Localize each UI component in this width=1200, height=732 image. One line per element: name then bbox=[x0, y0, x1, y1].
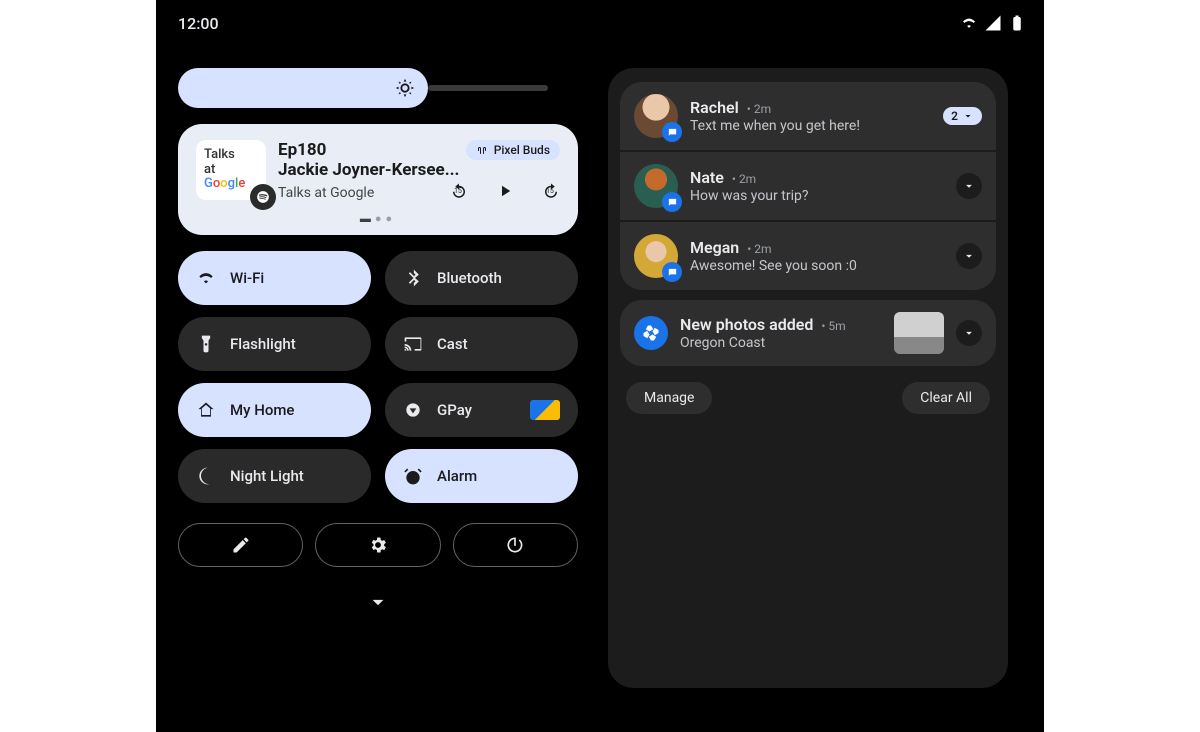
play-button[interactable] bbox=[496, 182, 514, 204]
avatar bbox=[634, 164, 678, 208]
page-indicator: ▬●● bbox=[196, 212, 560, 225]
qs-gpay[interactable]: GPay bbox=[385, 383, 578, 437]
expand-button[interactable] bbox=[956, 320, 982, 346]
avatar bbox=[634, 234, 678, 278]
qs-bluetooth[interactable]: Bluetooth bbox=[385, 251, 578, 305]
qs-cast[interactable]: Cast bbox=[385, 317, 578, 371]
expand-button[interactable] bbox=[956, 243, 982, 269]
photos-icon bbox=[634, 316, 668, 350]
clear-all-button[interactable]: Clear All bbox=[902, 382, 990, 414]
status-icons bbox=[960, 14, 1026, 32]
media-title: Jackie Joyner-Kersee... bbox=[278, 160, 459, 180]
qs-home[interactable]: My Home bbox=[178, 383, 371, 437]
messages-icon bbox=[662, 262, 682, 282]
messages-icon bbox=[662, 122, 682, 142]
brightness-icon bbox=[394, 77, 416, 99]
forward-15-button[interactable]: 15 bbox=[542, 182, 560, 204]
qs-wifi[interactable]: Wi-Fi bbox=[178, 251, 371, 305]
avatar bbox=[634, 94, 678, 138]
photo-thumbnail bbox=[894, 312, 944, 354]
signal-icon bbox=[984, 14, 1002, 32]
spotify-icon bbox=[250, 184, 276, 210]
media-output-chip[interactable]: Pixel Buds bbox=[466, 140, 560, 160]
notification-photos[interactable]: New photos added• 5m Oregon Coast bbox=[620, 300, 996, 366]
rewind-15-button[interactable]: 15 bbox=[450, 182, 468, 204]
messages-icon bbox=[662, 192, 682, 212]
qs-alarm[interactable]: Alarm bbox=[385, 449, 578, 503]
clock: 12:00 bbox=[178, 14, 219, 33]
media-source: Talks at Google bbox=[278, 185, 374, 201]
media-player-card[interactable]: Talks at Google Ep180 Jackie Joyner-Kers… bbox=[178, 124, 578, 235]
notification-count-chip[interactable]: 2 bbox=[943, 107, 982, 125]
notification-megan[interactable]: Megan• 2m Awesome! See you soon :0 bbox=[620, 222, 996, 290]
qs-nightlight[interactable]: Night Light bbox=[178, 449, 371, 503]
device-frame: 12:00 Talks at Google bbox=[156, 0, 1044, 732]
status-bar: 12:00 bbox=[156, 0, 1044, 40]
edit-button[interactable] bbox=[178, 523, 303, 567]
expand-button[interactable] bbox=[956, 173, 982, 199]
gpay-card-icon bbox=[530, 400, 560, 420]
conversation-group: Rachel• 2m Text me when you get here! 2 … bbox=[620, 82, 996, 290]
notification-rachel[interactable]: Rachel• 2m Text me when you get here! 2 bbox=[620, 82, 996, 150]
manage-button[interactable]: Manage bbox=[626, 382, 712, 414]
notification-nate[interactable]: Nate• 2m How was your trip? bbox=[620, 152, 996, 220]
wifi-icon bbox=[960, 14, 978, 32]
expand-panel-button[interactable] bbox=[178, 589, 578, 619]
brightness-slider[interactable] bbox=[178, 68, 578, 108]
notification-shade: Rachel• 2m Text me when you get here! 2 … bbox=[608, 68, 1008, 688]
settings-button[interactable] bbox=[315, 523, 440, 567]
power-button[interactable] bbox=[453, 523, 578, 567]
battery-icon bbox=[1008, 14, 1026, 32]
media-episode: Ep180 bbox=[278, 140, 459, 160]
quick-settings-panel: Talks at Google Ep180 Jackie Joyner-Kers… bbox=[178, 68, 578, 688]
earbuds-icon bbox=[476, 144, 488, 156]
qs-flashlight[interactable]: Flashlight bbox=[178, 317, 371, 371]
media-album-art: Talks at Google bbox=[196, 140, 266, 200]
